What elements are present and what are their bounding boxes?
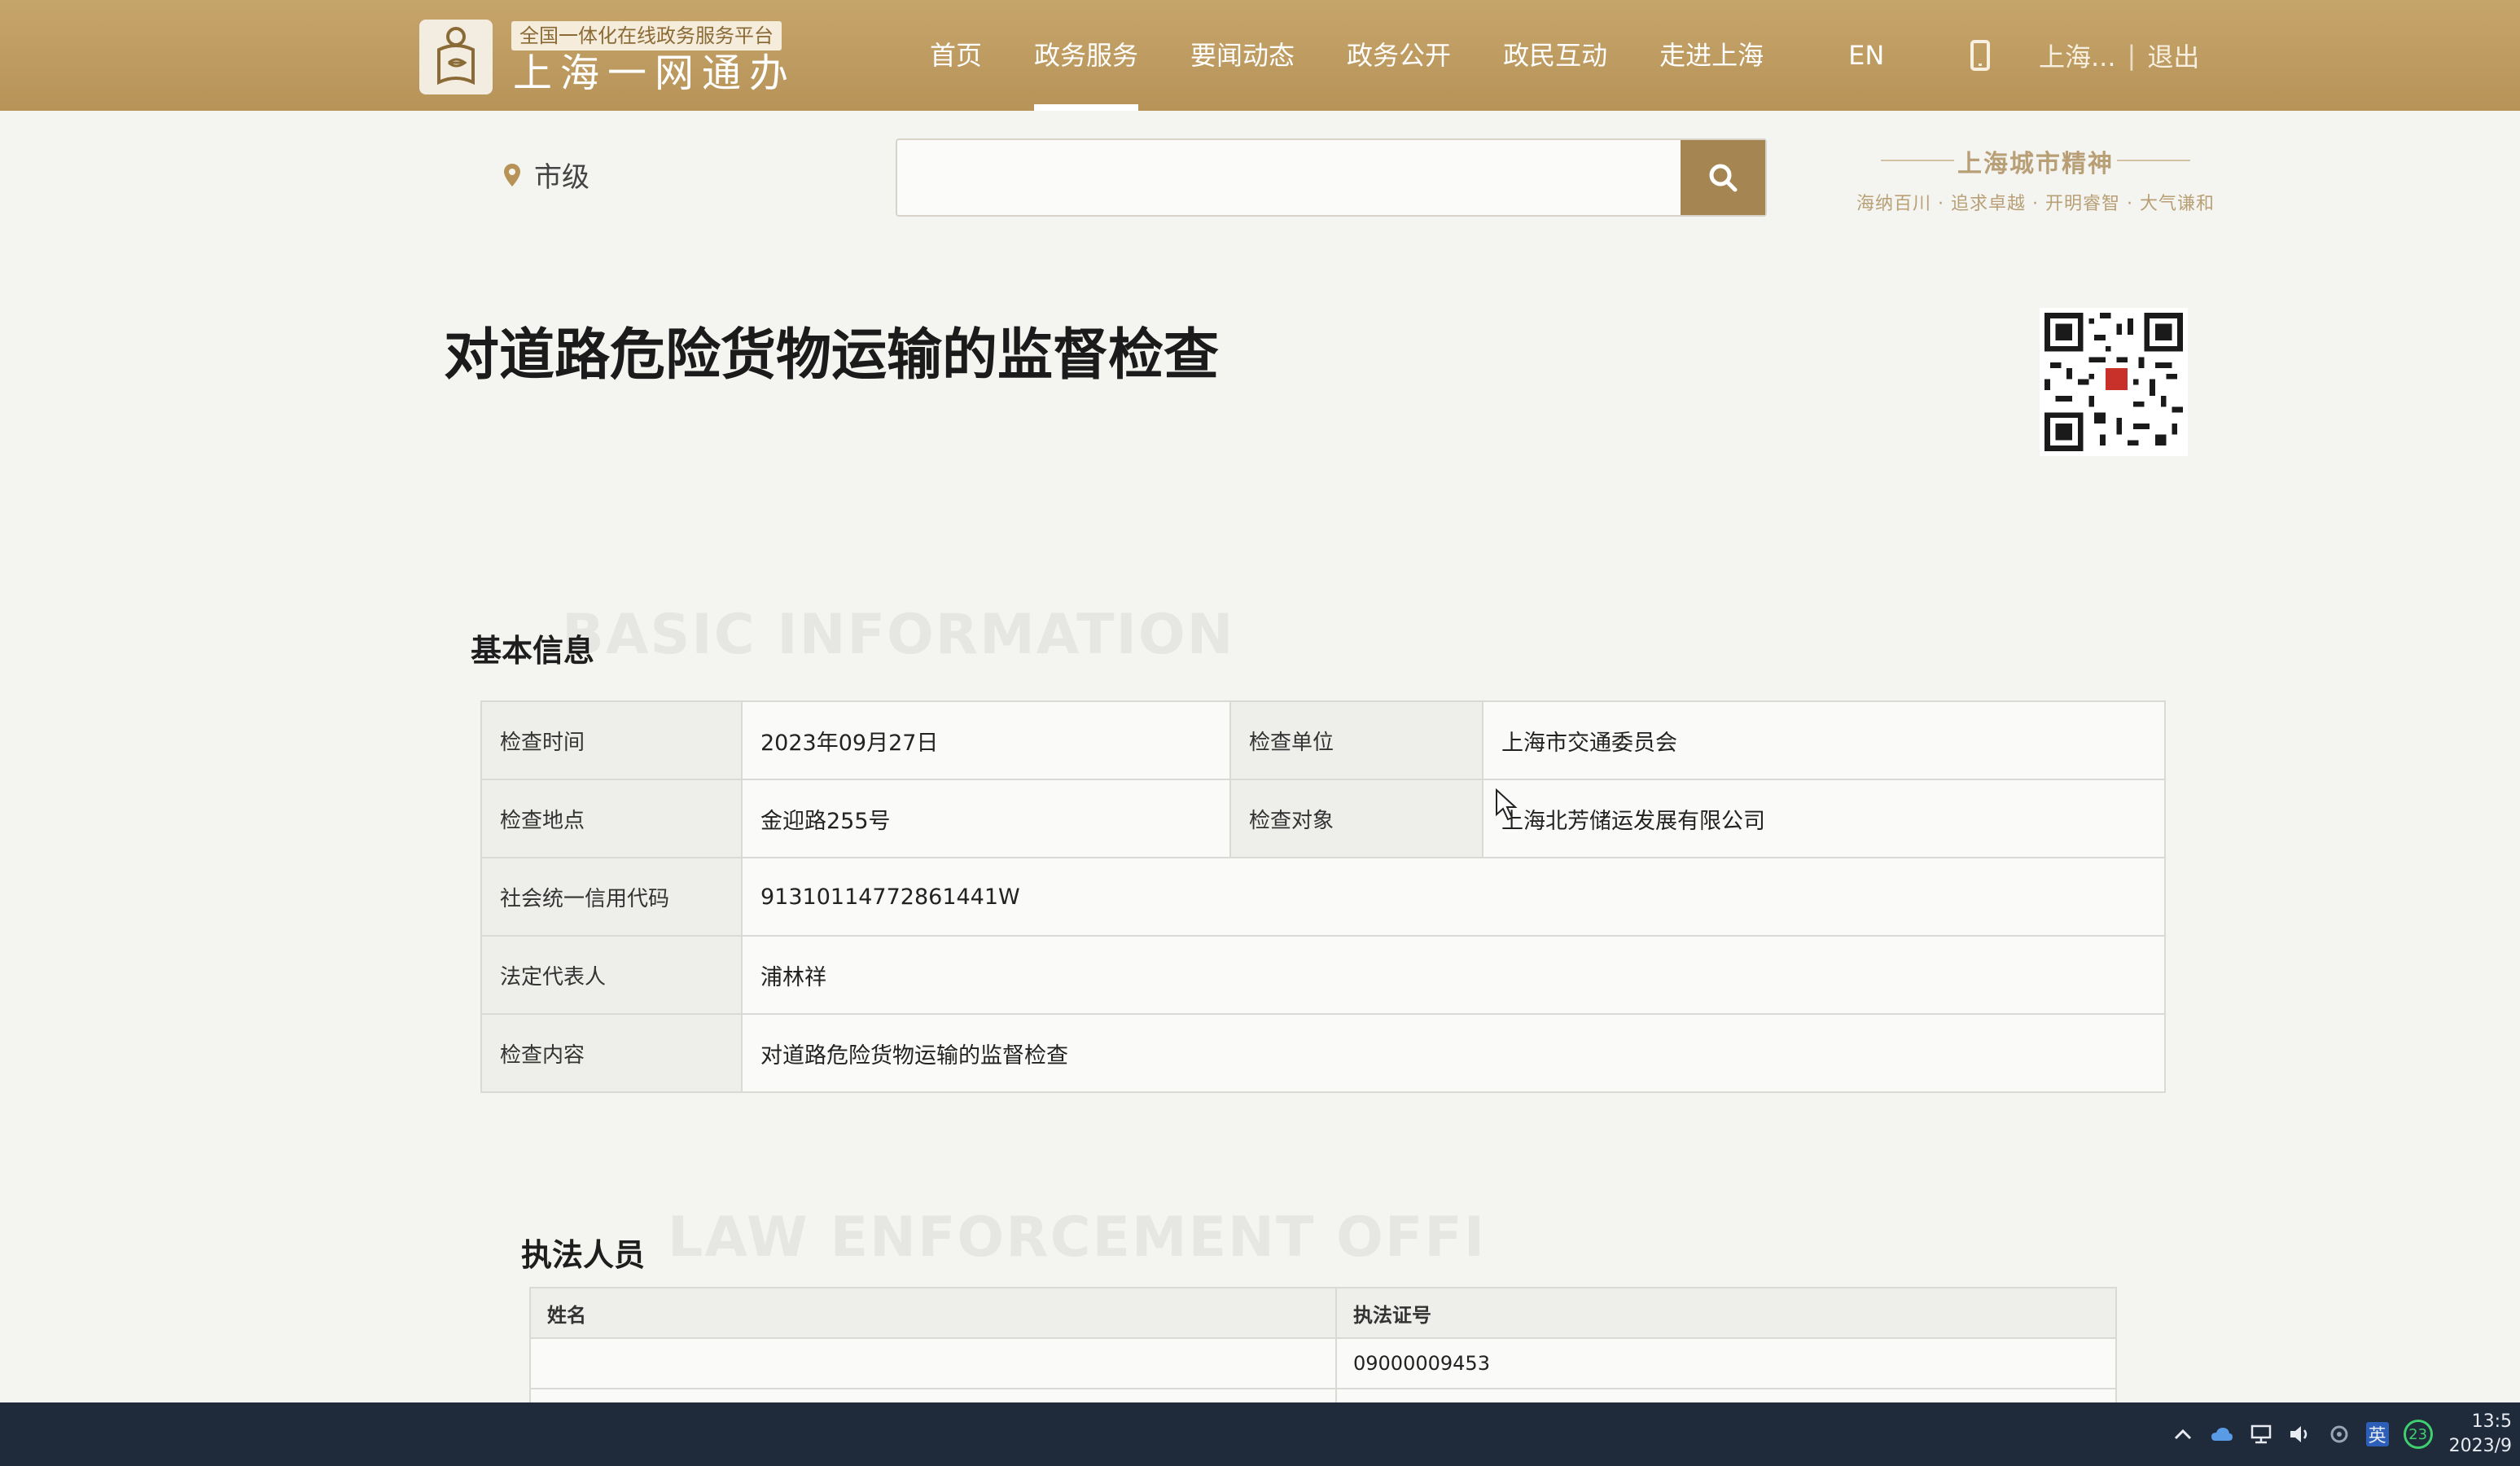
search-box xyxy=(896,138,1767,217)
officers-title: 执法人员 xyxy=(521,1237,646,1273)
chevron-up-icon[interactable] xyxy=(2171,1422,2195,1446)
column-header-cert-no: 执法证号 xyxy=(1335,1287,2117,1339)
inspection-content-value: 对道路危险货物运输的监督检查 xyxy=(741,1013,2166,1093)
mouse-cursor-icon xyxy=(1496,788,1518,821)
network-icon[interactable] xyxy=(2249,1422,2273,1446)
notification-badge[interactable]: 23 xyxy=(2403,1420,2433,1449)
table-row: 法定代表人 浦林祥 xyxy=(480,935,2166,1015)
user-name-link[interactable]: 上海... xyxy=(2039,37,2116,74)
search-icon xyxy=(1709,164,1738,192)
legal-rep-value: 浦林祥 xyxy=(741,935,2166,1015)
inspection-target-label: 检查对象 xyxy=(1229,779,1484,858)
legal-rep-label: 法定代表人 xyxy=(480,935,743,1015)
clock-date: 2023/9 xyxy=(2448,1436,2512,1456)
divider: | xyxy=(2127,40,2137,71)
nav-item-interaction[interactable]: 政民互动 xyxy=(1477,0,1633,111)
basic-info-table: 检查时间 2023年09月27日 检查单位 上海市交通委员会 检查地点 金迎路2… xyxy=(480,700,2166,1093)
basic-info-watermark: BASIC INFORMATION xyxy=(562,603,1235,667)
inspection-place-value: 金迎路255号 xyxy=(741,779,1231,858)
nav-item-services[interactable]: 政务服务 xyxy=(1008,0,1164,111)
nav-item-disclosure[interactable]: 政务公开 xyxy=(1321,0,1477,111)
city-spirit-subtitle: 海纳百川 · 追求卓越 · 开明睿智 · 大气谦和 xyxy=(1856,194,2215,214)
location-label: 市级 xyxy=(534,161,589,194)
site-title[interactable]: 上海一网通办 xyxy=(513,49,796,98)
system-tray: 英 23 13:5 2023/9 xyxy=(2171,1402,2520,1466)
main-nav: 首页 政务服务 要闻动态 政务公开 政民互动 走进上海 EN xyxy=(904,0,1910,111)
top-nav-bar: 全国一体化在线政务服务平台 上海一网通办 首页 政务服务 要闻动态 政务公开 政… xyxy=(0,0,2520,111)
inspection-time-label: 检查时间 xyxy=(480,700,743,780)
table-header-row: 姓名 执法证号 xyxy=(529,1287,2117,1339)
inspection-place-label: 检查地点 xyxy=(480,779,743,858)
mobile-phone-icon[interactable] xyxy=(1970,40,1990,71)
city-spirit-title: 上海城市精神 xyxy=(1848,143,2223,179)
city-spirit-banner: 上海城市精神 海纳百川 · 追求卓越 · 开明睿智 · 大气谦和 xyxy=(1848,143,2223,215)
nav-item-news[interactable]: 要闻动态 xyxy=(1164,0,1321,111)
system-clock[interactable]: 13:5 2023/9 xyxy=(2449,1410,2520,1459)
search-button[interactable] xyxy=(1681,140,1765,215)
user-area: 上海... | 退出 xyxy=(1970,0,2199,111)
inspection-unit-value: 上海市交通委员会 xyxy=(1482,700,2166,780)
os-taskbar: 英 23 13:5 2023/9 xyxy=(0,1402,2520,1466)
clock-time: 13:5 xyxy=(2471,1411,2512,1432)
officers-watermark: LAW ENFORCEMENT OFFI xyxy=(668,1205,1487,1270)
table-row: 检查时间 2023年09月27日 检查单位 上海市交通委员会 xyxy=(480,700,2166,780)
table-row: 09000009453 xyxy=(529,1337,2117,1389)
table-row: 检查内容 对道路危险货物运输的监督检查 xyxy=(480,1013,2166,1093)
inspection-time-value: 2023年09月27日 xyxy=(741,700,1231,780)
qr-code-icon xyxy=(2040,308,2188,456)
location-pin-icon xyxy=(504,163,520,187)
credit-code-value: 91310114772861441W xyxy=(741,857,2166,937)
volume-icon[interactable] xyxy=(2288,1422,2312,1446)
platform-tag: 全国一体化在线政务服务平台 xyxy=(511,21,782,50)
language-switch-en[interactable]: EN xyxy=(1822,0,1910,111)
cloud-icon[interactable] xyxy=(2210,1422,2234,1446)
nav-item-home[interactable]: 首页 xyxy=(904,0,1008,111)
officer-cert-no: 09000009453 xyxy=(1335,1337,2117,1389)
column-header-name: 姓名 xyxy=(529,1287,1337,1339)
basic-info-title: 基本信息 xyxy=(471,633,595,669)
ime-indicator[interactable]: 英 xyxy=(2365,1422,2389,1446)
logo-emblem-icon xyxy=(437,27,475,86)
settings-icon[interactable] xyxy=(2327,1422,2351,1446)
site-logo-icon[interactable] xyxy=(419,20,493,94)
inspection-target-value: 上海北芳储运发展有限公司 xyxy=(1482,779,2166,858)
table-row: 社会统一信用代码 91310114772861441W xyxy=(480,857,2166,937)
table-row: 检查地点 金迎路255号 检查对象 上海北芳储运发展有限公司 xyxy=(480,779,2166,858)
page-title: 对道路危险货物运输的监督检查 xyxy=(444,323,1220,388)
search-input[interactable] xyxy=(897,140,1681,215)
officer-name xyxy=(529,1337,1337,1389)
inspection-unit-label: 检查单位 xyxy=(1229,700,1484,780)
nav-item-about-shanghai[interactable]: 走进上海 xyxy=(1633,0,1790,111)
logout-link[interactable]: 退出 xyxy=(2147,37,2199,74)
location-selector[interactable]: 市级 xyxy=(503,155,589,195)
credit-code-label: 社会统一信用代码 xyxy=(480,857,743,937)
inspection-content-label: 检查内容 xyxy=(480,1013,743,1093)
